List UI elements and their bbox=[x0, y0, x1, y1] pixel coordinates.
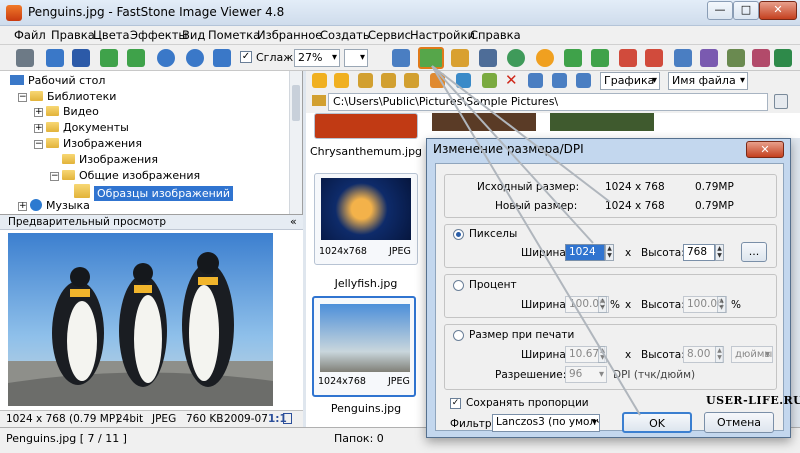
arrow-line bbox=[431, 65, 611, 203]
annotation-arrows bbox=[431, 65, 641, 416]
arrow-line bbox=[431, 65, 594, 244]
arrow-line bbox=[431, 65, 641, 416]
